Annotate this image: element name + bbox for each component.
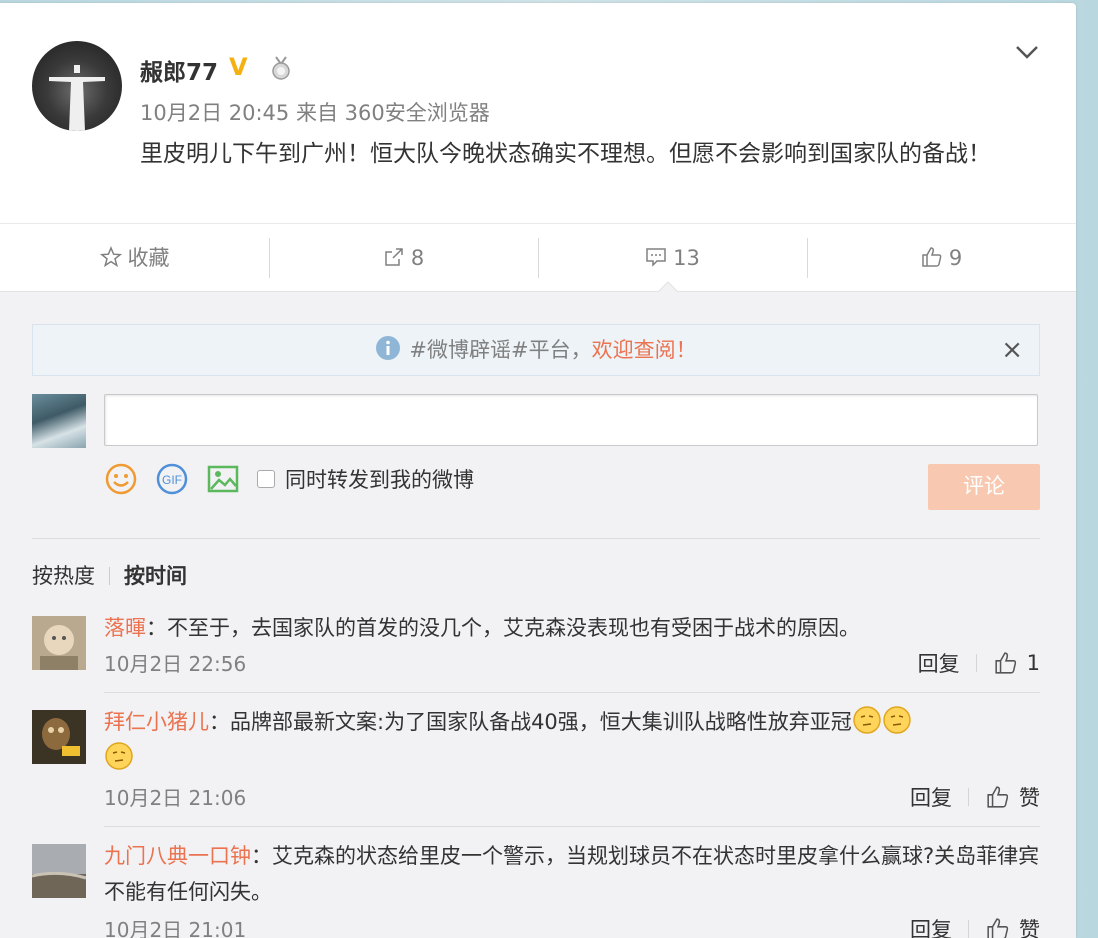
reply-button[interactable]: 回复 (910, 914, 952, 938)
thinking-emoji-icon (853, 706, 881, 734)
thinking-emoji-icon (105, 742, 133, 770)
commenter-avatar[interactable] (32, 844, 86, 898)
repost-icon (385, 247, 403, 266)
sort-by-time-tab[interactable]: 按时间 (124, 564, 187, 588)
comment-ops: 回复 1 (918, 648, 1040, 678)
comment-divider (104, 826, 1040, 827)
comment-item: 九门八典一口钟：艾克森的状态给里皮一个警示，当规划球员不在状态时里皮拿什么赢球?… (32, 838, 1040, 938)
image-icon[interactable] (206, 462, 240, 496)
comment-time: 10月2日 22:56 (104, 652, 247, 676)
comment-button[interactable]: 13 (538, 237, 807, 278)
action-bar: 收藏 8 13 9 (0, 223, 1076, 291)
comment-body: 拜仁小猪儿：品牌部最新文案:为了国家队备战40强，恒大集训队战略性放弃亚冠 (104, 704, 1040, 776)
current-user-avatar (32, 394, 86, 448)
comment-ops: 回复 赞 (910, 914, 1040, 938)
comment-like-count[interactable]: 1 (1027, 651, 1040, 675)
post-meta: 10月2日 20:45 来自 360安全浏览器 (140, 101, 490, 125)
info-icon (376, 336, 401, 360)
comment-ops: 回复 赞 (910, 782, 1040, 812)
statue-image (49, 65, 105, 131)
comment-item: 落暉：不至于，去国家队的首发的没几个，艾克森没表现也有受困于战术的原因。 10月… (32, 610, 1040, 693)
thumbs-up-icon[interactable] (985, 785, 1011, 809)
reply-button[interactable]: 回复 (918, 648, 960, 678)
notice-link[interactable]: 欢迎查阅！ (592, 338, 697, 362)
ops-separator (968, 920, 969, 938)
rumor-notice-banner: #微博辟谣#平台，欢迎查阅！ × (32, 324, 1040, 376)
author-name[interactable]: 赧郎77 (140, 53, 218, 87)
favorite-label: 收藏 (127, 245, 170, 270)
reply-button[interactable]: 回复 (910, 782, 952, 812)
verified-icon[interactable]: V (229, 53, 248, 81)
repost-checkbox[interactable] (257, 470, 275, 488)
repost-checkbox-label[interactable]: 同时转发到我的微博 (285, 464, 474, 494)
section-divider (32, 538, 1040, 539)
comment-body: 落暉：不至于，去国家队的首发的没几个，艾克森没表现也有受困于战术的原因。 (104, 610, 1040, 646)
commenter-name[interactable]: 落暉 (104, 616, 146, 640)
sort-by-hot-tab[interactable]: 按热度 (32, 564, 95, 588)
sort-separator (109, 567, 110, 585)
comment-count: 13 (673, 245, 700, 270)
chevron-down-icon[interactable] (1014, 39, 1040, 65)
ops-separator (968, 788, 969, 806)
like-button[interactable]: 9 (807, 237, 1076, 278)
svg-text:GIF: GIF (162, 473, 182, 487)
thumbs-up-icon (922, 246, 942, 267)
commenter-avatar[interactable] (32, 710, 86, 764)
close-icon[interactable]: × (1001, 325, 1023, 375)
star-icon (99, 245, 122, 267)
post-text: 里皮明儿下午到广州！恒大队今晚状态确实不理想。但愿不会影响到国家队的备战！ (140, 141, 991, 167)
comment-like-label[interactable]: 赞 (1019, 914, 1040, 938)
notice-text: #微博辟谣#平台， (409, 338, 592, 362)
medal-icon[interactable] (268, 55, 294, 81)
comment-like-label[interactable]: 赞 (1019, 782, 1040, 812)
repost-button[interactable]: 8 (269, 237, 538, 278)
comment-item: 拜仁小猪儿：品牌部最新文案:为了国家队备战40强，恒大集训队战略性放弃亚冠 10… (32, 704, 1040, 827)
sort-tabs: 按热度 按时间 (32, 560, 187, 590)
weibo-post-card: 赧郎77 V 10月2日 20:45 来自 360安全浏览器 里皮明儿下午到广州… (0, 3, 1076, 938)
comment-text: ：不至于，去国家队的首发的没几个，艾克森没表现也有受困于战术的原因。 (146, 616, 860, 640)
thumbs-up-icon[interactable] (985, 917, 1011, 938)
pointer-caret (658, 281, 678, 292)
submit-comment-button[interactable]: 评论 (928, 464, 1040, 510)
comment-divider (104, 692, 1040, 693)
thumbs-up-icon[interactable] (993, 651, 1019, 675)
thinking-emoji-icon (883, 706, 911, 734)
comment-time: 10月2日 21:01 (104, 918, 247, 938)
gif-icon[interactable]: GIF (155, 462, 189, 496)
author-avatar[interactable] (32, 41, 122, 131)
comment-section: #微博辟谣#平台，欢迎查阅！ × GIF 同时转发到我的微博 评论 按热度 按时… (0, 281, 1076, 938)
comment-body: 九门八典一口钟：艾克森的状态给里皮一个警示，当规划球员不在状态时里皮拿什么赢球?… (104, 838, 1040, 910)
like-count: 9 (948, 245, 963, 270)
composer-toolbar: GIF 同时转发到我的微博 (104, 462, 474, 496)
favorite-button[interactable]: 收藏 (0, 238, 269, 278)
commenter-name[interactable]: 九门八典一口钟 (104, 844, 251, 868)
commenter-name[interactable]: 拜仁小猪儿 (104, 710, 209, 734)
comment-icon (646, 247, 666, 267)
ops-separator (975, 654, 977, 672)
comment-input[interactable] (104, 394, 1038, 446)
commenter-avatar[interactable] (32, 616, 86, 670)
comment-text: ：品牌部最新文案:为了国家队备战40强，恒大集训队战略性放弃亚冠 (209, 710, 852, 734)
repost-count: 8 (410, 245, 425, 270)
comment-time: 10月2日 21:06 (104, 786, 247, 810)
emoji-icon[interactable] (104, 462, 138, 496)
